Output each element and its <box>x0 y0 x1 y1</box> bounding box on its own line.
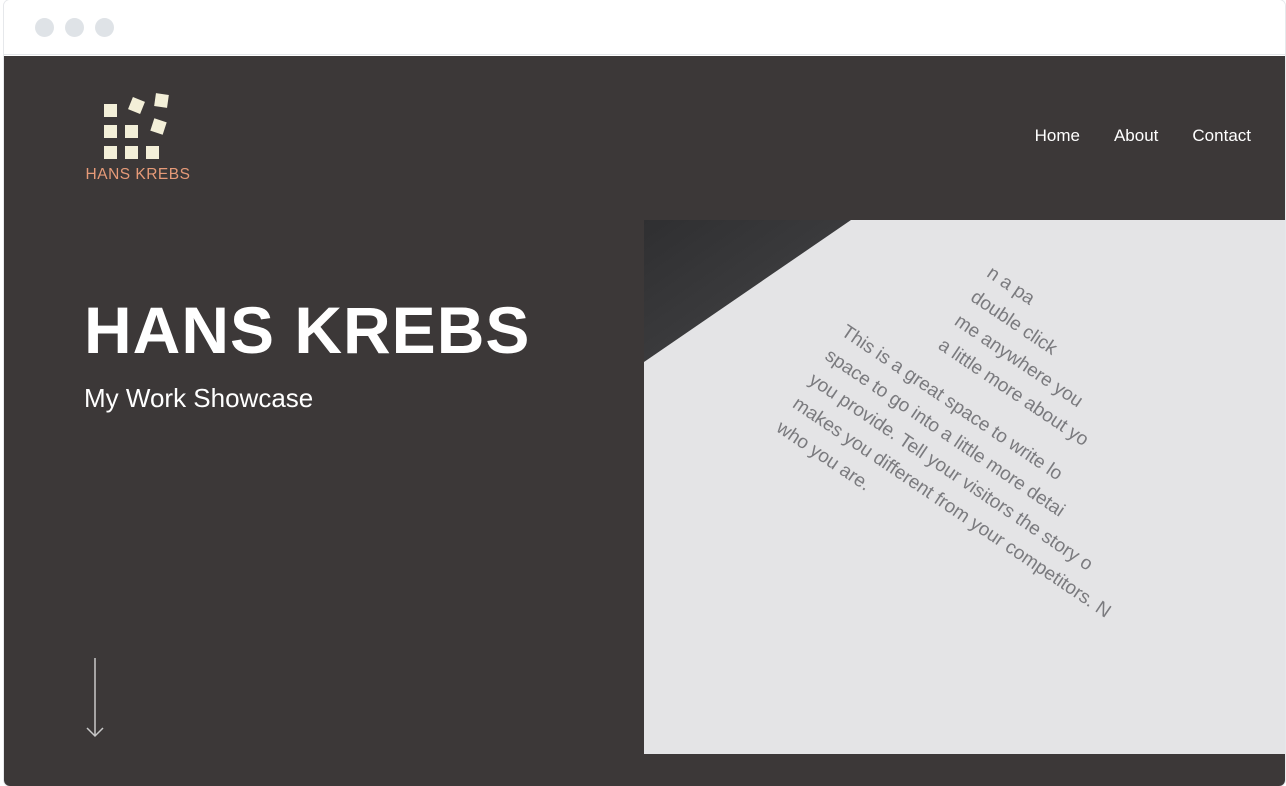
logo[interactable]: HANS KREBS <box>70 92 206 186</box>
hero-subtitle: My Work Showcase <box>84 383 314 413</box>
minimize-window-button[interactable] <box>65 18 84 37</box>
nav-contact[interactable]: Contact <box>1192 126 1251 146</box>
maximize-window-button[interactable] <box>95 18 114 37</box>
browser-window: HANS KREBS Home About Contact HANS KREBS… <box>4 0 1285 786</box>
close-window-button[interactable] <box>35 18 54 37</box>
hero-title: HANS KREBS <box>84 293 531 367</box>
window-chrome <box>4 0 1285 55</box>
website-page: HANS KREBS Home About Contact HANS KREBS… <box>4 56 1285 786</box>
arrow-down-icon[interactable] <box>84 656 106 740</box>
hero-image: n a pa double click me anywhere you a li… <box>644 220 1285 754</box>
nav-home[interactable]: Home <box>1035 126 1080 146</box>
logo-tiles-icon <box>104 93 169 159</box>
main-nav: Home About Contact <box>1035 126 1251 146</box>
nav-about[interactable]: About <box>1114 126 1158 146</box>
logo-wordmark: HANS KREBS <box>85 166 191 183</box>
